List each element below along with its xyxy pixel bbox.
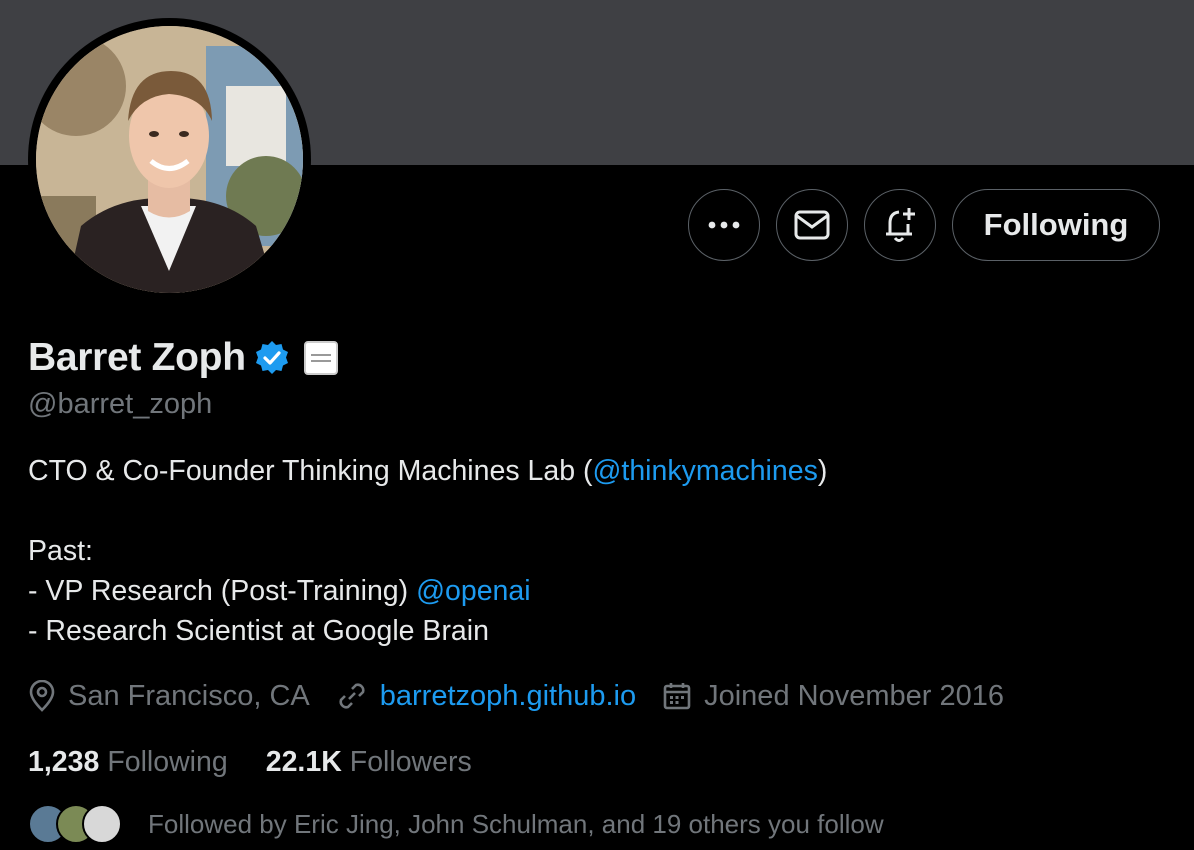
follow-stats: 1,238 Following 22.1K Followers (28, 742, 510, 782)
handle: @barret_zoph (28, 388, 213, 420)
following-label: Following (107, 745, 228, 778)
notify-button[interactable] (864, 189, 936, 261)
bio-spacer (28, 491, 827, 531)
profile-avatar[interactable] (36, 26, 303, 293)
following-count-link[interactable]: 1,238 Following (28, 746, 228, 779)
link-icon (339, 683, 365, 709)
affiliation-badge[interactable] (303, 341, 338, 375)
location-text: San Francisco, CA (68, 679, 310, 712)
website[interactable]: barretzoph.github.io (336, 680, 636, 713)
join-date: Joined November 2016 (662, 680, 1004, 713)
mention-thinkymachines[interactable]: @thinkymachines (592, 455, 817, 487)
followed-by-text: Followed by Eric Jing, John Schulman, an… (148, 808, 884, 839)
following-count: 1,238 (28, 745, 100, 778)
bio-line: - VP Research (Post-Training) @openai (28, 571, 827, 611)
bio-text: - VP Research (Post-Training) (28, 575, 417, 607)
following-button[interactable]: Following (952, 189, 1160, 261)
affiliation-logo-icon (310, 354, 331, 362)
bio-text: ) (817, 455, 828, 487)
followers-count-link[interactable]: 22.1K Followers (266, 746, 472, 779)
name-row: Barret Zoph (28, 334, 338, 382)
mention-openai[interactable]: @openai (416, 575, 531, 607)
followers-count: 22.1K (265, 745, 342, 778)
followed-by[interactable]: Followed by Eric Jing, John Schulman, an… (28, 802, 884, 846)
location-pin-icon (29, 680, 55, 712)
more-button[interactable] (688, 189, 760, 261)
calendar-icon (663, 683, 691, 710)
more-icon (708, 221, 740, 229)
bell-plus-icon (886, 208, 915, 242)
bio: CTO & Co-Founder Thinking Machines Lab (… (28, 451, 827, 651)
website-link[interactable]: barretzoph.github.io (380, 680, 636, 713)
bio-past-label: Past: (28, 535, 93, 567)
profile-meta: San Francisco, CA barretzoph.github.io J… (28, 675, 1030, 717)
bio-text: CTO & Co-Founder Thinking Machines Lab ( (28, 455, 593, 487)
bio-line: CTO & Co-Founder Thinking Machines Lab (… (28, 451, 827, 491)
location: San Francisco, CA (28, 680, 310, 713)
bio-line: - Research Scientist at Google Brain (28, 615, 489, 647)
mail-icon (794, 210, 830, 240)
joined-text: Joined November 2016 (704, 679, 1004, 712)
display-name: Barret Zoph (28, 336, 246, 379)
followers-label: Followers (349, 745, 472, 778)
verified-badge-icon[interactable] (254, 340, 290, 376)
followed-by-avatars (28, 802, 128, 846)
message-button[interactable] (776, 189, 848, 261)
mutual-avatar (82, 804, 122, 844)
